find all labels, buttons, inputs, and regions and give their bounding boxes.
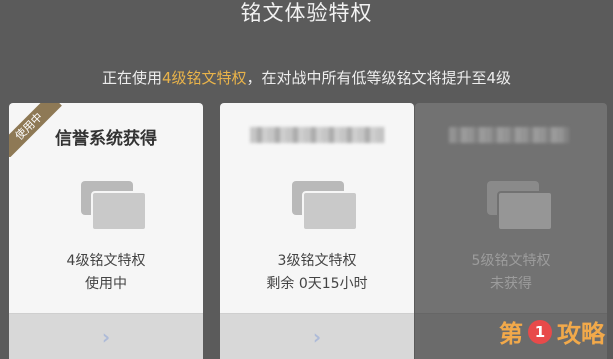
watermark-part1: 第 — [499, 320, 523, 348]
blurred-card-title — [449, 127, 569, 143]
chevron-right-icon: › — [101, 324, 111, 349]
card-icon-front — [497, 191, 553, 231]
card-level: 4级铭文特权 — [66, 253, 146, 269]
privilege-card-level4[interactable]: 使用中 信誉系统获得 4级铭文特权 使用中 › — [9, 103, 203, 359]
card-status: 使用中 — [85, 276, 127, 292]
inscription-card-icon — [77, 181, 147, 231]
card-status: 剩余 0天15小时 — [266, 276, 368, 292]
blurred-card-title — [250, 127, 384, 143]
page-title: 铭文体验特权 — [240, 1, 373, 25]
card-level: 3级铭文特权 — [277, 253, 357, 269]
chevron-right-icon: › — [312, 324, 322, 349]
inscription-card-icon — [483, 181, 553, 231]
site-watermark: 第 1 攻略 — [499, 314, 605, 349]
card-level: 5级铭文特权 — [471, 253, 551, 269]
card-title: 信誉系统获得 — [55, 129, 157, 149]
card-footer-button[interactable]: › — [9, 313, 203, 359]
inscription-card-icon — [288, 181, 358, 231]
card-icon-front — [302, 191, 358, 231]
subtitle-suffix: ，在对战中所有低等级铭文将提升至4级 — [246, 69, 512, 87]
subtitle-highlight: 4级铭文特权 — [161, 69, 247, 87]
privilege-card-level3[interactable]: 3级铭文特权 剩余 0天15小时 › — [220, 103, 414, 359]
subtitle-prefix: 正在使用 — [101, 69, 162, 87]
card-footer-button[interactable]: › — [220, 313, 414, 359]
watermark-number-badge: 1 — [528, 319, 552, 344]
watermark-part3: 攻略 — [557, 320, 605, 348]
card-status: 未获得 — [490, 276, 532, 292]
privilege-subtitle: 正在使用4级铭文特权，在对战中所有低等级铭文将提升至4级 — [0, 67, 613, 88]
card-icon-front — [91, 191, 147, 231]
